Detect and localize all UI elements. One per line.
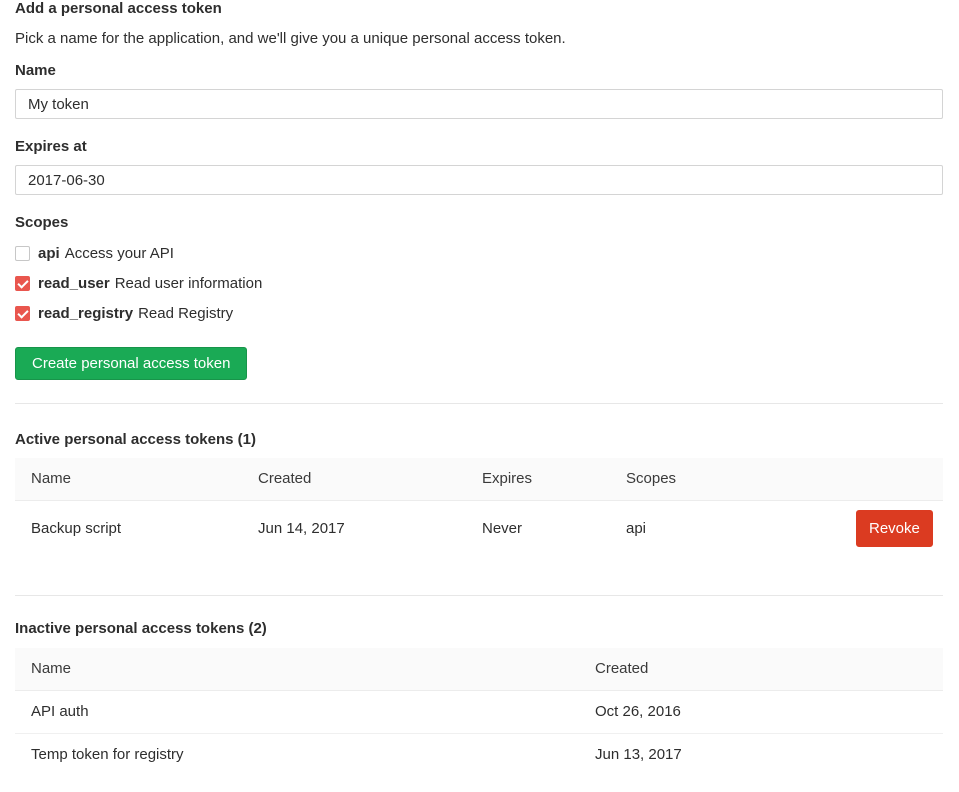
revoke-button[interactable]: Revoke bbox=[856, 510, 933, 547]
scopes-list: api Access your API read_user Read user … bbox=[15, 244, 943, 322]
table-row: Backup script Jun 14, 2017 Never api Rev… bbox=[15, 500, 943, 557]
column-header-name: Name bbox=[15, 458, 242, 500]
section-divider bbox=[15, 403, 943, 404]
inactive-tokens-table: Name Created API auth Oct 26, 2016 Temp … bbox=[15, 648, 943, 776]
column-header-action bbox=[840, 458, 943, 500]
column-header-scopes: Scopes bbox=[610, 458, 840, 500]
scope-name-read-user: read_user bbox=[38, 275, 110, 292]
expires-at-input[interactable] bbox=[15, 165, 943, 195]
token-name-cell: Temp token for registry bbox=[15, 733, 579, 776]
token-created-cell: Oct 26, 2016 bbox=[579, 690, 943, 733]
add-token-title: Add a personal access token bbox=[15, 1, 943, 17]
scopes-label: Scopes bbox=[15, 215, 943, 231]
token-created-cell: Jun 14, 2017 bbox=[242, 500, 466, 557]
active-tokens-header-row: Name Created Expires Scopes bbox=[15, 458, 943, 500]
token-name-cell: API auth bbox=[15, 690, 579, 733]
scope-name-api: api bbox=[38, 245, 60, 262]
table-row: Temp token for registry Jun 13, 2017 bbox=[15, 733, 943, 776]
name-label: Name bbox=[15, 63, 943, 79]
token-created-cell: Jun 13, 2017 bbox=[579, 733, 943, 776]
read-user-checkbox[interactable] bbox=[15, 276, 30, 291]
inactive-tokens-header-row: Name Created bbox=[15, 648, 943, 690]
section-divider bbox=[15, 595, 943, 596]
read-registry-checkbox[interactable] bbox=[15, 306, 30, 321]
column-header-expires: Expires bbox=[466, 458, 610, 500]
active-tokens-table: Name Created Expires Scopes Backup scrip… bbox=[15, 458, 943, 557]
active-tokens-title: Active personal access tokens (1) bbox=[15, 432, 943, 448]
scope-row-api[interactable]: api Access your API bbox=[15, 244, 174, 262]
scope-desc-api: Access your API bbox=[65, 245, 174, 262]
personal-access-tokens-page: Add a personal access token Pick a name … bbox=[0, 0, 959, 776]
scope-name-read-registry: read_registry bbox=[38, 305, 133, 322]
api-checkbox[interactable] bbox=[15, 246, 30, 261]
column-header-created: Created bbox=[242, 458, 466, 500]
add-token-description: Pick a name for the application, and we'… bbox=[15, 30, 943, 48]
create-token-button[interactable]: Create personal access token bbox=[15, 347, 247, 380]
table-row: API auth Oct 26, 2016 bbox=[15, 690, 943, 733]
token-scopes-cell: api bbox=[610, 500, 840, 557]
scope-row-read-user[interactable]: read_user Read user information bbox=[15, 274, 262, 292]
column-header-name: Name bbox=[15, 648, 579, 690]
scope-row-read-registry[interactable]: read_registry Read Registry bbox=[15, 304, 233, 322]
token-name-input[interactable] bbox=[15, 89, 943, 119]
expires-at-label: Expires at bbox=[15, 139, 943, 155]
token-expires-cell: Never bbox=[466, 500, 610, 557]
scope-desc-read-registry: Read Registry bbox=[138, 305, 233, 322]
column-header-created: Created bbox=[579, 648, 943, 690]
scope-desc-read-user: Read user information bbox=[115, 275, 263, 292]
inactive-tokens-title: Inactive personal access tokens (2) bbox=[15, 621, 943, 637]
token-name-cell: Backup script bbox=[15, 500, 242, 557]
